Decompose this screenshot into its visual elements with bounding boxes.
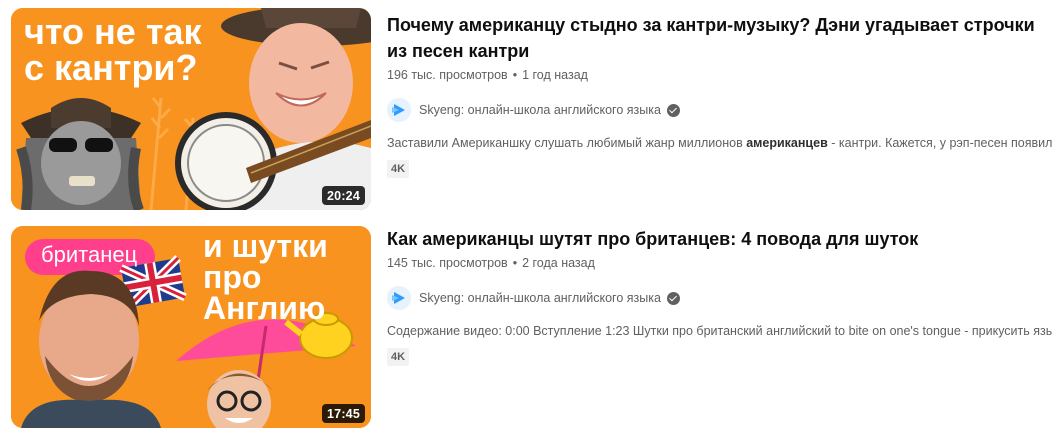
thumbnail-title-line-2: про [203, 259, 262, 295]
video-meta: 145 тыс. просмотров • 2 года назад [387, 256, 1057, 274]
thumbnail-title-line-1: и шутки [203, 228, 328, 264]
video-title-link[interactable]: Почему американцу стыдно за кантри-музык… [387, 12, 1047, 64]
video-result-2: британец и шутки про Англию 17:45 Как ам… [0, 226, 1057, 428]
channel-link[interactable]: Skyeng: онлайн-школа английского языка [387, 286, 1057, 310]
channel-name[interactable]: Skyeng: онлайн-школа английского языка [419, 291, 661, 305]
thumbnail-title-line-1: что не так [24, 11, 202, 52]
thumbnail-tag: британец [41, 242, 138, 267]
thumbnail-title-line-3: Англию [203, 290, 326, 326]
view-count: 145 тыс. просмотров [387, 256, 508, 270]
thumbnail-title-line-2: с кантри? [24, 47, 198, 88]
verified-check-icon [666, 103, 680, 117]
desc-highlight: американцев [746, 136, 828, 150]
channel-link[interactable]: Skyeng: онлайн-школа английского языка [387, 98, 1057, 122]
upload-age: 2 года назад [522, 256, 595, 270]
video-description-snippet: Заставили Американшку слушать любимый жа… [387, 136, 1052, 150]
channel-name[interactable]: Skyeng: онлайн-школа английского языка [419, 103, 661, 117]
verified-check-icon [666, 291, 680, 305]
quality-badge: 4K [387, 348, 410, 366]
desc-text-after: - кантри. Кажется, у рэп-песен появился … [831, 136, 1052, 150]
upload-age: 1 год назад [522, 68, 588, 82]
skyeng-logo-icon[interactable] [387, 98, 411, 122]
video-duration-badge: 17:45 [322, 404, 365, 423]
desc-text-before: Заставили Американшку слушать любимый жа… [387, 136, 747, 150]
video-thumbnail-2[interactable]: британец и шутки про Англию 17:45 [11, 226, 371, 428]
video-info-1: Почему американцу стыдно за кантри-музык… [387, 12, 1057, 178]
meta-separator: • [512, 68, 518, 82]
view-count: 196 тыс. просмотров [387, 68, 508, 82]
video-description-snippet: Содержание видео: 0:00 Вступление 1:23 Ш… [387, 324, 1052, 338]
video-thumbnail-1[interactable]: что не так с кантри? 20:24 [11, 8, 371, 210]
quality-badge: 4K [387, 160, 410, 178]
video-title-link[interactable]: Как американцы шутят про британцев: 4 по… [387, 226, 1047, 252]
skyeng-logo-glyph [387, 286, 411, 310]
video-duration-badge: 20:24 [322, 186, 365, 205]
video-info-2: Как американцы шутят про британцев: 4 по… [387, 226, 1057, 366]
skyeng-logo-glyph [387, 98, 411, 122]
video-meta: 196 тыс. просмотров • 1 год назад [387, 68, 1057, 86]
skyeng-logo-icon[interactable] [387, 286, 411, 310]
video-result-1: что не так с кантри? 20:24 Почему америк… [0, 8, 1057, 210]
meta-separator: • [512, 256, 518, 270]
